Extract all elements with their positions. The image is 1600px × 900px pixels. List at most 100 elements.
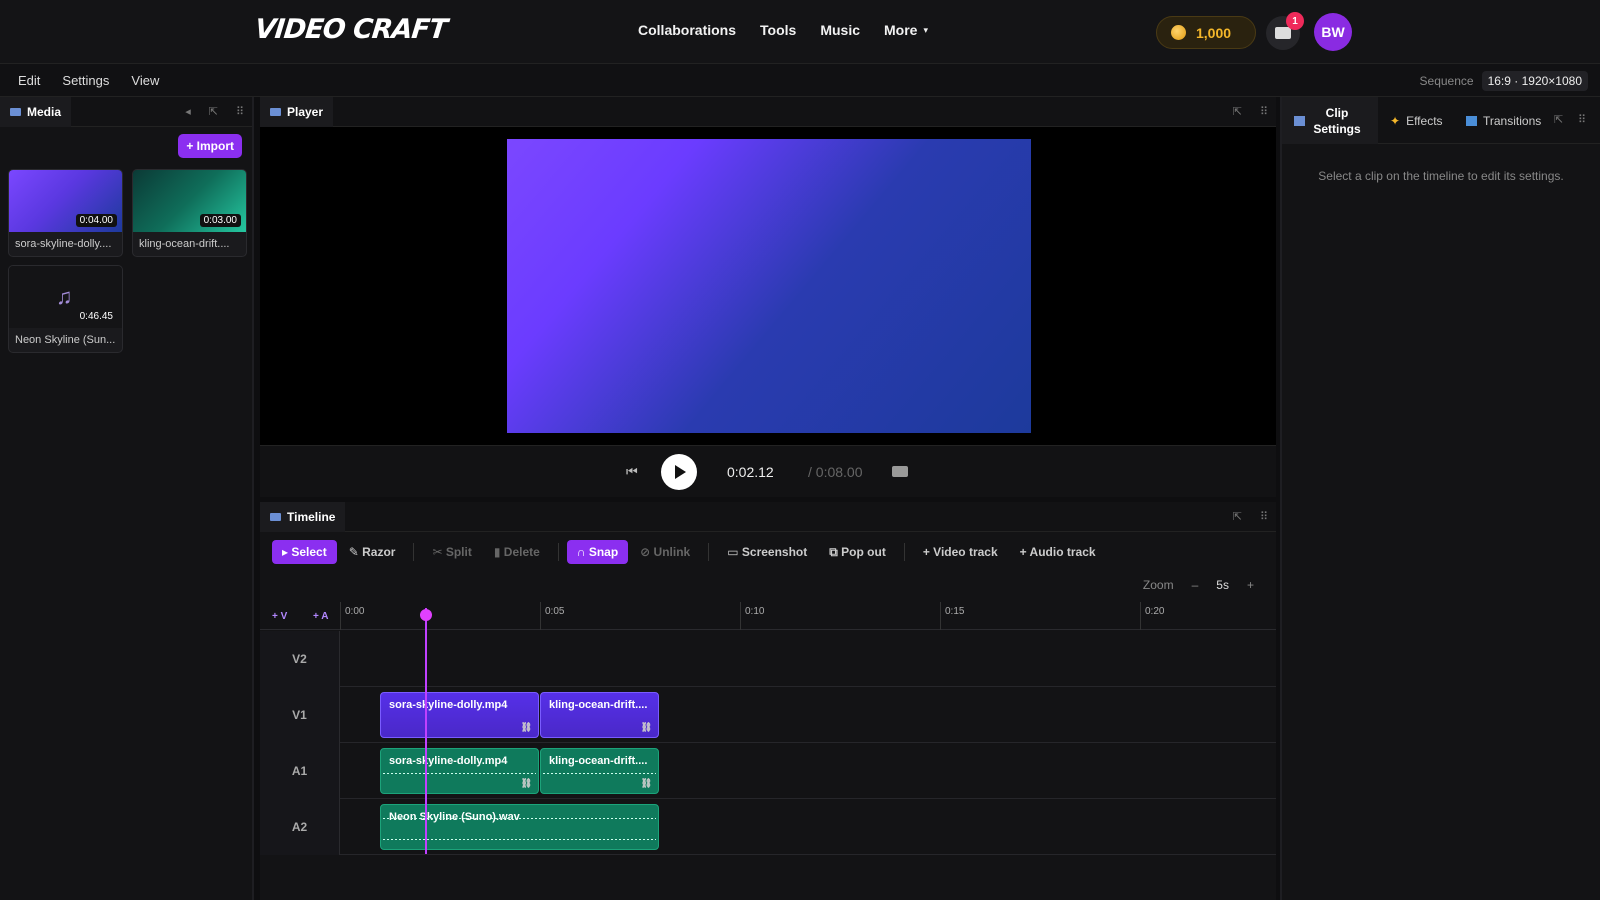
nav-collaborations[interactable]: Collaborations: [638, 22, 736, 38]
current-time: 0:02.12: [727, 464, 774, 480]
tab-timeline-label: Timeline: [287, 510, 336, 524]
popout-icon[interactable]: ⇱: [1233, 105, 1242, 118]
tab-media[interactable]: Media: [0, 97, 72, 127]
app-logo[interactable]: VIDEO CRAFT: [253, 14, 448, 45]
clip-name: sora-skyline-dolly.mp4: [389, 699, 508, 711]
sequence-value[interactable]: 16:9 · 1920×1080: [1481, 71, 1588, 91]
skip-back-icon[interactable]: ⏮: [626, 464, 638, 480]
drag-handle-icon[interactable]: ⠿: [1260, 105, 1268, 118]
coin-balance[interactable]: 1,000: [1156, 16, 1256, 49]
tab-player[interactable]: Player: [260, 97, 334, 127]
media-item-name: Neon Skyline (Sun...: [15, 334, 116, 346]
tab-transitions-label: Transitions: [1483, 113, 1542, 128]
audio-clip[interactable]: kling-ocean-drift.... ⛓: [540, 748, 659, 794]
divider: [708, 543, 710, 561]
snap-label: Snap: [588, 545, 619, 559]
zoom-out-button[interactable]: –: [1192, 578, 1199, 592]
split-label: Split: [445, 545, 472, 559]
drag-handle-icon[interactable]: ⠿: [1260, 510, 1268, 523]
avatar[interactable]: BW: [1314, 13, 1352, 51]
media-item-name: kling-ocean-drift....: [139, 238, 230, 250]
nav-more[interactable]: More ▾: [884, 22, 928, 38]
track-label: V2: [260, 631, 340, 687]
media-panel: Media ◂ ⇱ ⠿ + Import 0:04.00 sora-skylin…: [0, 97, 254, 900]
tab-timeline[interactable]: Timeline: [260, 502, 346, 532]
razor-tool-button[interactable]: ✎ Razor: [339, 540, 406, 564]
add-audio-track-shortcut[interactable]: + A: [313, 611, 328, 622]
coin-icon: [1171, 25, 1186, 40]
tab-transitions[interactable]: Transitions: [1466, 97, 1541, 144]
media-item[interactable]: 0:04.00 sora-skyline-dolly....: [8, 169, 123, 257]
popout-icon[interactable]: ⇱: [1233, 510, 1242, 523]
screenshot-button[interactable]: ▭ Screenshot: [717, 540, 817, 564]
nav-tools[interactable]: Tools: [760, 22, 796, 38]
tick-label: 0:00: [340, 602, 540, 630]
zoom-value: 5s: [1216, 578, 1229, 592]
media-item[interactable]: 0:03.00 kling-ocean-drift....: [132, 169, 247, 257]
player-panel: Player ⇱ ⠿ ⏮ 0:02.12 / 0:08.00: [260, 97, 1276, 497]
split-button[interactable]: ✂ Split: [422, 540, 481, 564]
track-label: V1: [260, 687, 340, 743]
chevron-down-icon: ▾: [923, 24, 928, 35]
total-time: / 0:08.00: [808, 464, 863, 480]
track-a1[interactable]: A1 sora-skyline-dolly.mp4 ⛓ kling-ocean-…: [260, 743, 1276, 799]
inspector-hint: Select a clip on the timeline to edit it…: [1318, 169, 1564, 183]
popout-icon[interactable]: ⇱: [209, 105, 218, 118]
snap-toggle[interactable]: ∩ Snap: [566, 540, 629, 564]
track-a2[interactable]: A2 Neon Skyline (Suno).wav: [260, 799, 1276, 855]
import-button[interactable]: + Import: [178, 134, 242, 158]
video-clip[interactable]: sora-skyline-dolly.mp4 ⛓: [380, 692, 539, 738]
screenshot-label: Screenshot: [741, 545, 808, 559]
playhead[interactable]: [425, 608, 427, 854]
media-item-name: sora-skyline-dolly....: [15, 238, 112, 250]
link-icon: ⛓: [640, 778, 652, 788]
zoom-in-button[interactable]: +: [1247, 578, 1254, 592]
duration-label: 0:03.00: [199, 214, 241, 227]
waveform: [383, 818, 656, 819]
menu-settings[interactable]: Settings: [62, 73, 109, 88]
playhead-handle[interactable]: [420, 609, 432, 621]
add-video-track-button[interactable]: + Video track: [913, 540, 1008, 564]
track-v2[interactable]: V2: [260, 631, 1276, 687]
camera-icon[interactable]: [892, 466, 908, 477]
add-video-track-shortcut[interactable]: + V: [272, 611, 287, 622]
tab-clip-settings[interactable]: Clip Settings: [1282, 97, 1378, 144]
notification-badge: 1: [1286, 12, 1304, 30]
waveform: [383, 839, 656, 840]
zoom-label: Zoom: [1142, 578, 1174, 592]
drag-handle-icon[interactable]: ⠿: [1578, 113, 1586, 126]
monitor-icon: [270, 108, 281, 116]
nav-music[interactable]: Music: [820, 22, 860, 38]
video-preview[interactable]: [507, 139, 1031, 433]
razor-tool-label: Razor: [362, 545, 396, 559]
menu-view[interactable]: View: [131, 73, 159, 88]
play-button[interactable]: [661, 454, 697, 490]
select-tool-button[interactable]: ▸ Select: [272, 540, 337, 564]
clip-name: kling-ocean-drift....: [549, 755, 648, 767]
video-clip[interactable]: kling-ocean-drift.... ⛓: [540, 692, 659, 738]
time-ruler[interactable]: + V + A 0:00 0:05 0:10 0:15 0:20: [260, 602, 1276, 630]
clip-name: kling-ocean-drift....: [549, 699, 648, 711]
audio-clip[interactable]: sora-skyline-dolly.mp4 ⛓: [380, 748, 539, 794]
collapse-icon[interactable]: ◂: [185, 105, 191, 118]
timeline-icon: [270, 513, 281, 521]
sequence-label: Sequence: [1419, 74, 1474, 88]
delete-button[interactable]: ▮ Delete: [484, 540, 550, 564]
tick-label: 0:20: [1140, 602, 1276, 630]
add-audio-track-button[interactable]: + Audio track: [1010, 540, 1106, 564]
thumbnail: 0:04.00: [9, 170, 122, 232]
menu-edit[interactable]: Edit: [18, 73, 40, 88]
track-v1[interactable]: V1 sora-skyline-dolly.mp4 ⛓ kling-ocean-…: [260, 687, 1276, 743]
media-item[interactable]: ♫ 0:46.45 Neon Skyline (Sun...: [8, 265, 123, 353]
clip-name: Neon Skyline (Suno).wav: [389, 811, 520, 823]
track-label: A1: [260, 743, 340, 799]
popout-icon[interactable]: ⇱: [1554, 113, 1563, 126]
divider: [557, 543, 559, 561]
pop-out-button[interactable]: ⧉ Pop out: [819, 540, 896, 565]
unlink-button[interactable]: ⊘ Unlink: [630, 540, 700, 564]
tab-effects-label: Effects: [1406, 113, 1443, 128]
drag-handle-icon[interactable]: ⠿: [236, 105, 244, 118]
tab-effects[interactable]: ✦ Effects: [1390, 97, 1443, 144]
audio-clip[interactable]: Neon Skyline (Suno).wav: [380, 804, 659, 850]
timeline-toolbar: ▸ Select ✎ Razor ✂ Split ▮ Delete ∩ Snap…: [260, 532, 1276, 572]
